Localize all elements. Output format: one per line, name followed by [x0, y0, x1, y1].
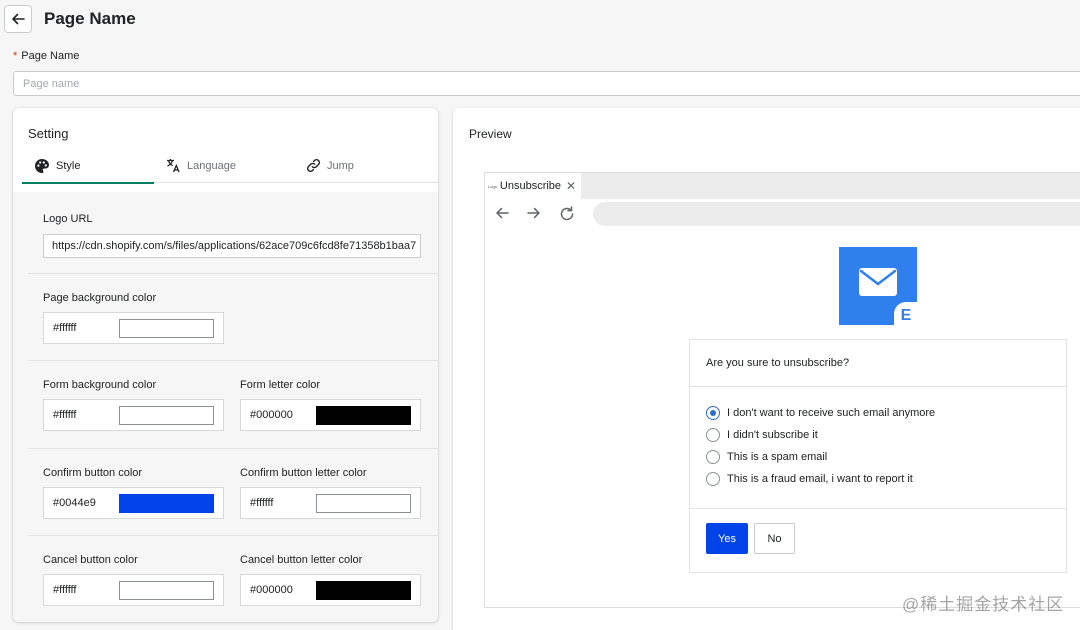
- option-label: I don't want to receive such email anymo…: [727, 407, 936, 419]
- form-bg-color-swatch[interactable]: [119, 406, 214, 425]
- back-button[interactable]: [4, 5, 32, 33]
- unsubscribe-form: Are you sure to unsubscribe? I don't wan…: [689, 339, 1067, 573]
- tab-language-label: Language: [187, 159, 236, 172]
- page-bg-color-value: #ffffff: [53, 322, 77, 334]
- option-label: This is a fraud email, i want to report …: [727, 473, 913, 485]
- browser-mockup: Logo Unsubscribe ✕ E Are you sure to uns…: [484, 172, 1080, 608]
- preview-card: Preview Logo Unsubscribe ✕ E Are you sur…: [453, 108, 1080, 630]
- cancel-btn-letter-color-value: #000000: [250, 584, 293, 596]
- logo-badge: E: [894, 302, 918, 326]
- form-colors-section: Form background color #ffffff Form lette…: [28, 361, 438, 449]
- radio-button[interactable]: [706, 472, 720, 486]
- address-bar[interactable]: [593, 202, 1080, 226]
- watermark: @稀土掘金技术社区: [902, 595, 1065, 614]
- page-name-label: * Page Name: [13, 50, 79, 62]
- setting-tabs: Style Language Jump: [22, 148, 438, 184]
- form-letter-color-label: Form letter color: [240, 379, 321, 391]
- palette-icon: [35, 158, 49, 173]
- confirm-btn-color-field[interactable]: #0044e9: [43, 487, 224, 519]
- option-label: This is a spam email: [727, 451, 828, 463]
- confirm-btn-letter-color-field[interactable]: #ffffff: [240, 487, 421, 519]
- confirm-btn-color-value: #0044e9: [53, 497, 96, 509]
- radio-button[interactable]: [706, 450, 720, 464]
- cancel-colors-section: Cancel button color #ffffff Cancel butto…: [28, 536, 438, 622]
- setting-card: Setting Style Language Jump Logo URL htt…: [13, 108, 438, 622]
- tab-jump-label: Jump: [327, 159, 354, 172]
- favicon: Logo: [488, 183, 497, 189]
- link-icon: [306, 158, 321, 173]
- confirm-btn-letter-color-label: Confirm button letter color: [240, 467, 367, 479]
- mail-icon: [859, 268, 897, 296]
- page-bg-color-label: Page background color: [43, 292, 157, 304]
- browser-tab-title: Unsubscribe: [499, 180, 562, 192]
- confirm-btn-letter-color-swatch[interactable]: [316, 494, 411, 513]
- browser-forward-icon[interactable]: [526, 205, 542, 221]
- form-question: Are you sure to unsubscribe?: [706, 357, 850, 369]
- confirm-btn-color-label: Confirm button color: [43, 467, 143, 479]
- tab-style-label: Style: [56, 159, 81, 172]
- form-letter-color-swatch[interactable]: [316, 406, 411, 425]
- cancel-btn-color-field[interactable]: #ffffff: [43, 574, 224, 606]
- form-letter-color-value: #000000: [250, 409, 293, 421]
- no-button[interactable]: No: [754, 523, 795, 554]
- option-label: I didn't subscribe it: [727, 429, 818, 441]
- cancel-btn-letter-color-label: Cancel button letter color: [240, 554, 363, 566]
- divider: [690, 386, 1066, 387]
- tab-jump[interactable]: Jump: [286, 148, 418, 183]
- confirm-colors-section: Confirm button color #0044e9 Confirm but…: [28, 449, 438, 536]
- cancel-btn-letter-color-swatch[interactable]: [316, 581, 411, 600]
- form-bg-color-field[interactable]: #ffffff: [43, 399, 224, 431]
- tab-style[interactable]: Style: [22, 148, 154, 184]
- confirm-btn-color-swatch[interactable]: [119, 494, 214, 513]
- radio-button[interactable]: [706, 428, 720, 442]
- confirm-btn-letter-color-value: #ffffff: [250, 497, 274, 509]
- browser-back-icon[interactable]: [494, 205, 510, 221]
- logo-url-input[interactable]: https://cdn.shopify.com/s/files/applicat…: [43, 234, 421, 258]
- logo-url-label: Logo URL: [43, 213, 93, 225]
- style-settings-panel: Logo URL https://cdn.shopify.com/s/files…: [13, 192, 438, 622]
- form-bg-color-value: #ffffff: [53, 409, 77, 421]
- browser-toolbar: [485, 199, 1080, 229]
- radio-button[interactable]: [706, 406, 720, 420]
- cancel-btn-color-value: #ffffff: [53, 584, 77, 596]
- option-didnt-subscribe[interactable]: I didn't subscribe it: [706, 428, 818, 442]
- translate-icon: [167, 159, 180, 173]
- cancel-btn-color-label: Cancel button color: [43, 554, 138, 566]
- option-no-more-emails[interactable]: I don't want to receive such email anymo…: [706, 406, 935, 420]
- yes-button[interactable]: Yes: [706, 523, 748, 554]
- close-icon[interactable]: ✕: [566, 179, 576, 193]
- browser-tab[interactable]: Logo Unsubscribe ✕: [485, 173, 581, 199]
- page-bg-color-field[interactable]: #ffffff: [43, 312, 224, 344]
- form-letter-color-field[interactable]: #000000: [240, 399, 421, 431]
- page-name-label-text: Page Name: [21, 50, 80, 62]
- option-spam[interactable]: This is a spam email: [706, 450, 827, 464]
- cancel-btn-color-swatch[interactable]: [119, 581, 214, 600]
- browser-tabstrip: Logo Unsubscribe ✕: [485, 173, 1080, 199]
- page-bg-color-swatch[interactable]: [119, 319, 214, 338]
- arrow-left-icon: [12, 13, 25, 25]
- form-bg-color-label: Form background color: [43, 379, 157, 391]
- logo-url-section: Logo URL https://cdn.shopify.com/s/files…: [28, 192, 438, 274]
- browser-reload-icon[interactable]: [558, 205, 576, 223]
- page-bg-color-section: Page background color #ffffff: [28, 274, 438, 361]
- divider: [690, 508, 1066, 509]
- required-mark: *: [13, 50, 18, 62]
- page-title: Page Name: [44, 9, 136, 28]
- cancel-btn-letter-color-field[interactable]: #000000: [240, 574, 421, 606]
- tab-language[interactable]: Language: [154, 148, 286, 183]
- preview-title: Preview: [469, 127, 512, 141]
- setting-title: Setting: [28, 126, 69, 141]
- brand-logo: E: [839, 247, 918, 326]
- option-fraud[interactable]: This is a fraud email, i want to report …: [706, 472, 913, 486]
- page-name-input[interactable]: [13, 71, 1080, 96]
